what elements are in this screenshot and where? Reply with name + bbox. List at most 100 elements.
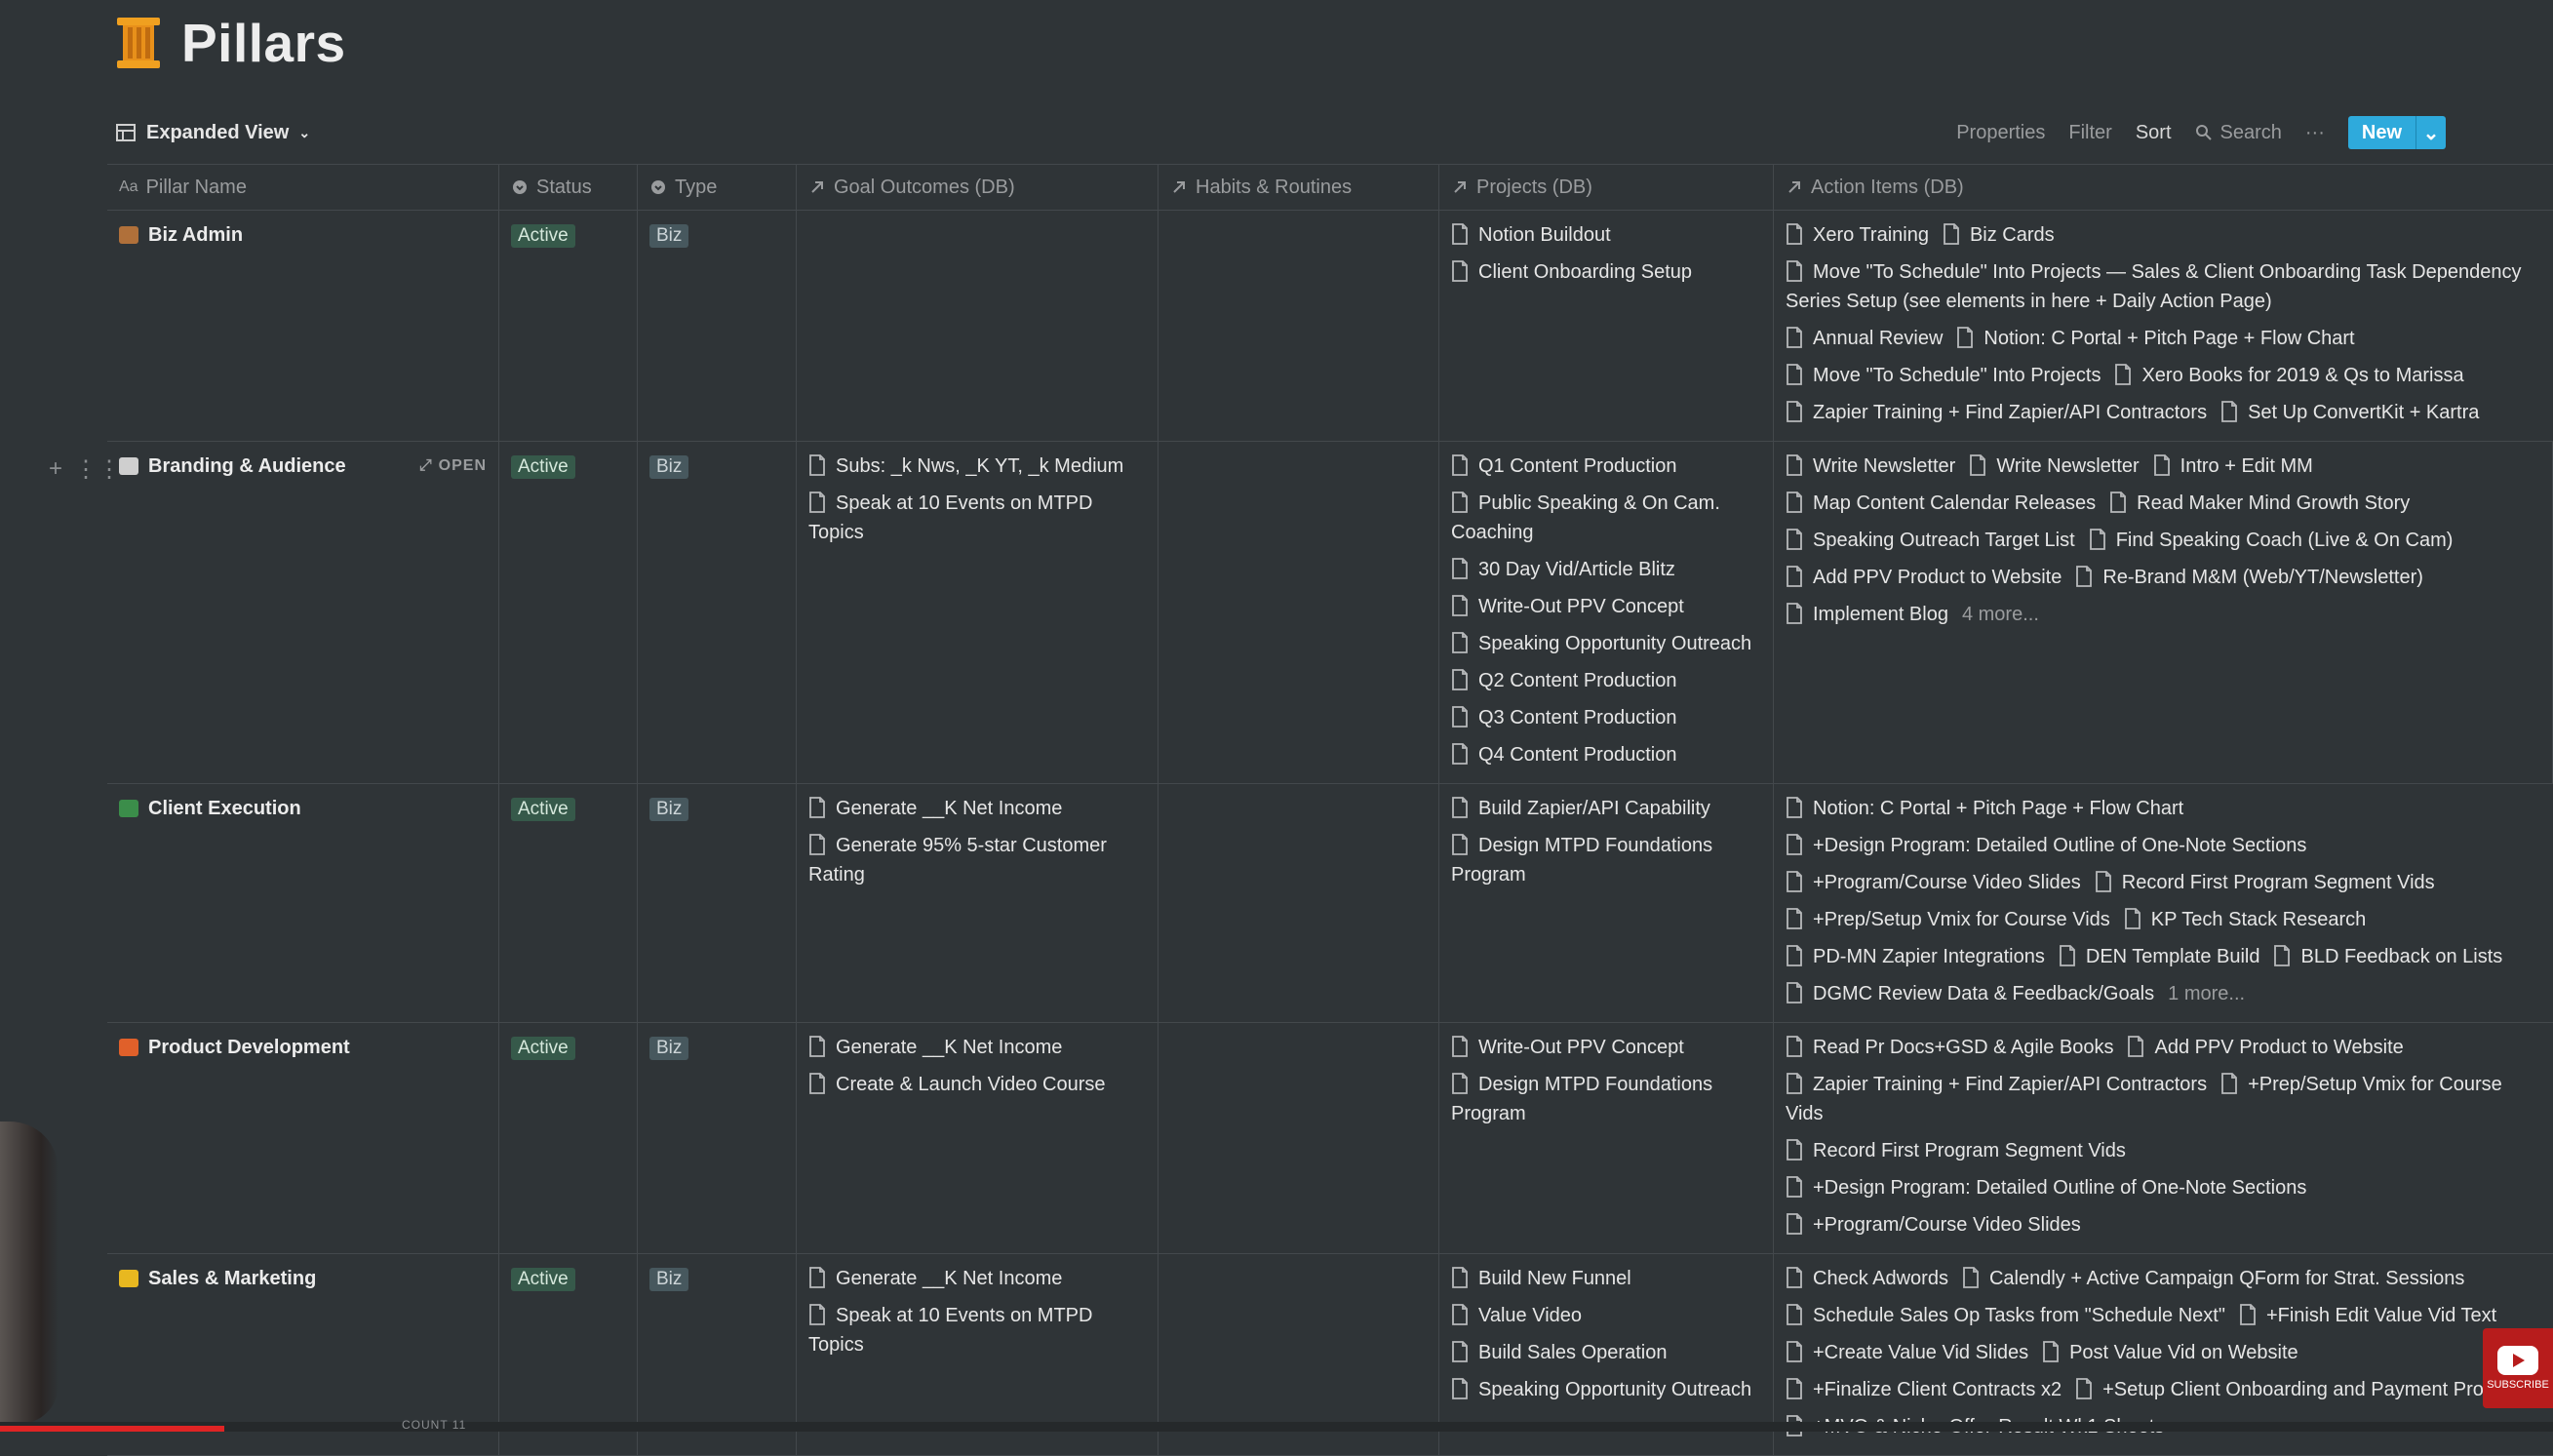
relation-item[interactable]: Read Maker Mind Growth Story (2109, 492, 2410, 514)
cell-action-items[interactable]: Notion: C Portal + Pitch Page + Flow Cha… (1774, 784, 2553, 1022)
cell-projects[interactable]: Notion Buildout Client Onboarding Setup (1439, 211, 1774, 441)
relation-item[interactable]: Intro + Edit MM (2153, 454, 2313, 477)
cell-type[interactable]: Biz (638, 211, 797, 441)
cell-status[interactable]: Active (499, 1023, 638, 1253)
relation-item[interactable]: Find Speaking Coach (Live & On Cam) (2089, 529, 2453, 551)
relation-item[interactable]: Generate 95% 5-star Customer Rating (808, 831, 1146, 889)
relation-item[interactable]: Post Value Vid on Website (2042, 1341, 2298, 1363)
cell-status[interactable]: Active (499, 442, 638, 783)
relation-item[interactable]: Public Speaking & On Cam. Coaching (1451, 489, 1761, 547)
filter-button[interactable]: Filter (2068, 122, 2111, 144)
cell-action-items[interactable]: Xero Training Biz Cards Move "To Schedule"… (1774, 211, 2553, 441)
relation-item[interactable]: Read Pr Docs+GSD & Agile Books (1786, 1036, 2113, 1058)
column-header-type[interactable]: Type (638, 165, 797, 210)
relation-item[interactable]: Speak at 10 Events on MTPD Topics (808, 1301, 1146, 1359)
cell-goal-outcomes[interactable]: Subs: _k Nws, _K YT, _k Medium Speak at 1… (797, 442, 1159, 783)
relation-item[interactable]: KP Tech Stack Research (2124, 908, 2366, 930)
sort-button[interactable]: Sort (2136, 122, 2172, 144)
cell-projects[interactable]: Build Zapier/API Capability Design MTPD F… (1439, 784, 1774, 1022)
cell-type[interactable]: Biz (638, 784, 797, 1022)
bottom-scrollbar[interactable] (0, 1422, 2553, 1432)
relation-item[interactable]: Build Sales Operation (1451, 1338, 1761, 1367)
relation-item[interactable]: Value Video (1451, 1301, 1761, 1330)
cell-habits[interactable] (1159, 442, 1439, 783)
add-row-icon[interactable]: + (49, 455, 62, 484)
search-button[interactable]: Search (2195, 122, 2282, 144)
relation-item[interactable]: Subs: _k Nws, _K YT, _k Medium (808, 452, 1146, 481)
relation-item[interactable]: PD-MN Zapier Integrations (1786, 945, 2045, 967)
column-header-action-items[interactable]: Action Items (DB) (1774, 165, 2553, 210)
relation-item[interactable]: Notion: C Portal + Pitch Page + Flow Cha… (1956, 327, 2355, 349)
relation-item[interactable]: Add PPV Product to Website (2127, 1036, 2404, 1058)
row-handle[interactable]: + ⋮⋮ (49, 455, 121, 484)
youtube-subscribe-overlay[interactable]: SUBSCRIBE (2483, 1328, 2553, 1408)
relation-item[interactable]: Speaking Opportunity Outreach (1451, 629, 1761, 658)
relation-item[interactable]: Schedule Sales Op Tasks from "Schedule N… (1786, 1304, 2225, 1326)
chevron-down-icon[interactable]: ⌄ (2416, 116, 2446, 149)
relation-item[interactable]: Generate __K Net Income (808, 1033, 1146, 1062)
relation-item[interactable]: +Finish Edit Value Vid Text (2239, 1304, 2496, 1326)
table-row[interactable]: Client Execution Active Biz Generate __K Ne… (107, 784, 2553, 1023)
relation-item[interactable]: Build Zapier/API Capability (1451, 794, 1761, 823)
relation-item[interactable]: Q3 Content Production (1451, 703, 1761, 732)
relation-item[interactable]: Build New Funnel (1451, 1264, 1761, 1293)
table-row[interactable]: Product Development Active Biz Generate __K… (107, 1023, 2553, 1254)
relation-item[interactable]: +Setup Client Onboarding and Payment Pro (2075, 1378, 2484, 1400)
cell-type[interactable]: Biz (638, 442, 797, 783)
relation-item[interactable]: +Prep/Setup Vmix for Course Vids (1786, 908, 2110, 930)
cell-pillar-name[interactable]: Branding & Audience ⤢ OPEN (107, 442, 499, 783)
relation-item[interactable]: Q1 Content Production (1451, 452, 1761, 481)
relation-item[interactable]: Map Content Calendar Releases (1786, 492, 2096, 514)
cell-pillar-name[interactable]: Client Execution (107, 784, 499, 1022)
cell-status[interactable]: Active (499, 784, 638, 1022)
relation-item[interactable]: Biz Cards (1943, 223, 2055, 246)
relation-item[interactable]: +Design Program: Detailed Outline of One… (1786, 834, 2306, 856)
relation-item[interactable]: Record First Program Segment Vids (1786, 1139, 2126, 1161)
relation-item[interactable]: Move "To Schedule" Into Projects (1786, 364, 2101, 386)
cell-habits[interactable] (1159, 784, 1439, 1022)
more-link[interactable]: 4 more... (1962, 604, 2039, 625)
relation-item[interactable]: Design MTPD Foundations Program (1451, 1070, 1761, 1128)
relation-item[interactable]: Write-Out PPV Concept (1451, 1033, 1761, 1062)
relation-item[interactable]: Speak at 10 Events on MTPD Topics (808, 489, 1146, 547)
relation-item[interactable]: Calendly + Active Campaign QForm for Str… (1962, 1267, 2464, 1289)
column-header-projects[interactable]: Projects (DB) (1439, 165, 1774, 210)
relation-item[interactable]: Annual Review (1786, 327, 1943, 349)
relation-item[interactable]: Speaking Opportunity Outreach (1451, 1375, 1761, 1404)
cell-type[interactable]: Biz (638, 1023, 797, 1253)
relation-item[interactable]: Generate __K Net Income (808, 1264, 1146, 1293)
cell-action-items[interactable]: Read Pr Docs+GSD & Agile Books Add PPV Pr… (1774, 1023, 2553, 1253)
relation-item[interactable]: +Program/Course Video Slides (1786, 1213, 2081, 1236)
more-link[interactable]: 1 more... (2168, 983, 2245, 1004)
column-header-goal-outcomes[interactable]: Goal Outcomes (DB) (797, 165, 1159, 210)
relation-item[interactable]: +Design Program: Detailed Outline of One… (1786, 1176, 2306, 1199)
cell-goal-outcomes[interactable]: Generate __K Net Income Generate 95% 5-st… (797, 784, 1159, 1022)
relation-item[interactable]: Xero Books for 2019 & Qs to Marissa (2114, 364, 2464, 386)
relation-item[interactable]: Generate __K Net Income (808, 794, 1146, 823)
relation-item[interactable]: Record First Program Segment Vids (2095, 871, 2435, 893)
relation-item[interactable]: Move "To Schedule" Into Projects — Sales… (1786, 260, 2521, 312)
relation-item[interactable]: BLD Feedback on Lists (2273, 945, 2502, 967)
cell-pillar-name[interactable]: Product Development (107, 1023, 499, 1253)
relation-item[interactable]: Xero Training (1786, 223, 1929, 246)
table-row[interactable]: Biz Admin Active Biz Notion Buildout Client … (107, 211, 2553, 442)
properties-button[interactable]: Properties (1956, 122, 2045, 144)
relation-item[interactable]: Check Adwords (1786, 1267, 1948, 1289)
relation-item[interactable]: Q2 Content Production (1451, 666, 1761, 695)
relation-item[interactable]: Implement Blog (1786, 603, 1948, 625)
column-header-status[interactable]: Status (499, 165, 638, 210)
more-options-icon[interactable]: ··· (2305, 122, 2325, 144)
column-header-habits[interactable]: Habits & Routines (1159, 165, 1439, 210)
relation-item[interactable]: Add PPV Product to Website (1786, 566, 2062, 588)
relation-item[interactable]: Q4 Content Production (1451, 740, 1761, 769)
cell-goal-outcomes[interactable] (797, 211, 1159, 441)
relation-item[interactable]: Client Onboarding Setup (1451, 257, 1761, 287)
relation-item[interactable]: DEN Template Build (2059, 945, 2259, 967)
relation-item[interactable]: Write-Out PPV Concept (1451, 592, 1761, 621)
open-row-button[interactable]: ⤢ OPEN (419, 452, 487, 481)
cell-projects[interactable]: Write-Out PPV Concept Design MTPD Foundat… (1439, 1023, 1774, 1253)
relation-item[interactable]: Zapier Training + Find Zapier/API Contra… (1786, 401, 2207, 423)
relation-item[interactable]: Notion: C Portal + Pitch Page + Flow Cha… (1786, 797, 2183, 819)
cell-goal-outcomes[interactable]: Generate __K Net Income Create & Launch V… (797, 1023, 1159, 1253)
relation-item[interactable]: Re-Brand M&M (Web/YT/Newsletter) (2075, 566, 2423, 588)
